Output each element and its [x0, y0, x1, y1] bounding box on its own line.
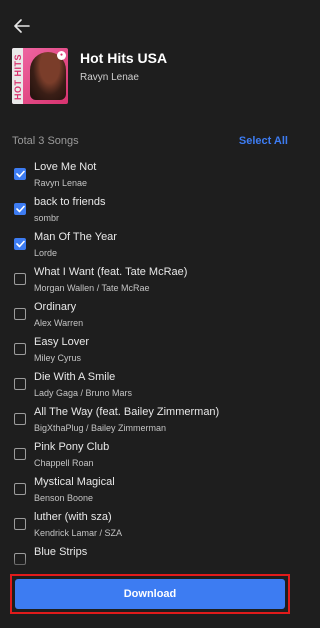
song-title: All The Way (feat. Bailey Zimmerman) — [34, 406, 220, 418]
song-title: Easy Lover — [34, 336, 90, 348]
song-row[interactable]: Man Of The Year Lorde — [0, 226, 300, 261]
song-info: back to friends sombr — [34, 196, 292, 223]
song-row[interactable]: back to friends sombr — [0, 191, 300, 226]
playlist-title: Hot Hits USA — [80, 50, 168, 66]
playlist-artist: Ravyn Lenae — [80, 72, 139, 83]
song-artist: Ravyn Lenae — [34, 178, 88, 188]
song-row[interactable]: Easy Lover Miley Cyrus — [0, 331, 300, 366]
song-checkbox[interactable] — [14, 518, 26, 530]
song-artist: sombr — [34, 213, 60, 223]
playlist-header: HOT HITS ● Hot Hits USA Ravyn Lenae — [12, 48, 288, 108]
song-checkbox[interactable] — [14, 378, 26, 390]
back-button[interactable] — [10, 14, 34, 38]
song-checkbox[interactable] — [14, 483, 26, 495]
song-artist: Benson Boone — [34, 493, 94, 503]
song-info: Man Of The Year Lorde — [34, 231, 292, 258]
cover-badge: ● — [57, 51, 66, 60]
song-info: Ordinary Alex Warren — [34, 301, 292, 328]
cover-text: HOT HITS — [13, 54, 23, 100]
list-fade — [0, 556, 300, 574]
song-title: luther (with sza) — [34, 511, 112, 523]
arrow-left-icon — [14, 19, 30, 33]
song-checkbox[interactable] — [14, 448, 26, 460]
checkmark-icon — [15, 205, 25, 213]
song-artist: Miley Cyrus — [34, 353, 82, 363]
song-info: luther (with sza) Kendrick Lamar / SZA — [34, 511, 292, 538]
song-row[interactable]: What I Want (feat. Tate McRae) Morgan Wal… — [0, 261, 300, 296]
download-button[interactable]: Download — [15, 579, 285, 609]
song-info: Easy Lover Miley Cyrus — [34, 336, 292, 363]
song-info: All The Way (feat. Bailey Zimmerman) BigX… — [34, 406, 292, 433]
song-row[interactable]: Mystical Magical Benson Boone — [0, 471, 300, 506]
song-title: Pink Pony Club — [34, 441, 110, 453]
song-checkbox[interactable] — [14, 238, 26, 250]
song-row[interactable]: Love Me Not Ravyn Lenae — [0, 156, 300, 191]
song-row[interactable]: luther (with sza) Kendrick Lamar / SZA — [0, 506, 300, 541]
song-row[interactable]: Pink Pony Club Chappell Roan — [0, 436, 300, 471]
song-artist: Alex Warren — [34, 318, 84, 328]
song-artist: Chappell Roan — [34, 458, 94, 468]
song-title: Ordinary — [34, 301, 77, 313]
song-artist: Lorde — [34, 248, 58, 258]
song-checkbox[interactable] — [14, 273, 26, 285]
song-title: What I Want (feat. Tate McRae) — [34, 266, 188, 278]
song-checkbox[interactable] — [14, 308, 26, 320]
song-title: Love Me Not — [34, 161, 97, 173]
song-title: Man Of The Year — [34, 231, 117, 243]
song-checkbox[interactable] — [14, 168, 26, 180]
song-title: Die With A Smile — [34, 371, 116, 383]
song-row[interactable]: Ordinary Alex Warren — [0, 296, 300, 331]
song-checkbox[interactable] — [14, 343, 26, 355]
song-title: back to friends — [34, 196, 106, 208]
song-info: Mystical Magical Benson Boone — [34, 476, 292, 503]
song-checkbox[interactable] — [14, 203, 26, 215]
song-artist: BigXthaPlug / Bailey Zimmerman — [34, 423, 167, 433]
total-songs-label: Total 3 Songs — [12, 135, 79, 147]
list-header: Total 3 Songs Select All — [12, 133, 288, 149]
song-artist: Lady Gaga / Bruno Mars — [34, 388, 133, 398]
song-title: Mystical Magical — [34, 476, 115, 488]
song-info: Pink Pony Club Chappell Roan — [34, 441, 292, 468]
song-list: Love Me Not Ravyn Lenae back to friends som… — [0, 156, 300, 572]
song-info: Die With A Smile Lady Gaga / Bruno Mars — [34, 371, 292, 398]
checkmark-icon — [15, 170, 25, 178]
song-row[interactable]: Die With A Smile Lady Gaga / Bruno Mars — [0, 366, 300, 401]
playlist-cover-image: HOT HITS ● — [12, 48, 68, 104]
song-info: Love Me Not Ravyn Lenae — [34, 161, 292, 188]
song-artist: Kendrick Lamar / SZA — [34, 528, 123, 538]
song-row[interactable]: All The Way (feat. Bailey Zimmerman) BigX… — [0, 401, 300, 436]
download-highlight: Download — [10, 574, 290, 614]
song-checkbox[interactable] — [14, 413, 26, 425]
song-info: What I Want (feat. Tate McRae) Morgan Wal… — [34, 266, 292, 293]
checkmark-icon — [15, 240, 25, 248]
song-artist: Morgan Wallen / Tate McRae — [34, 283, 150, 293]
select-all-button[interactable]: Select All — [239, 135, 288, 147]
